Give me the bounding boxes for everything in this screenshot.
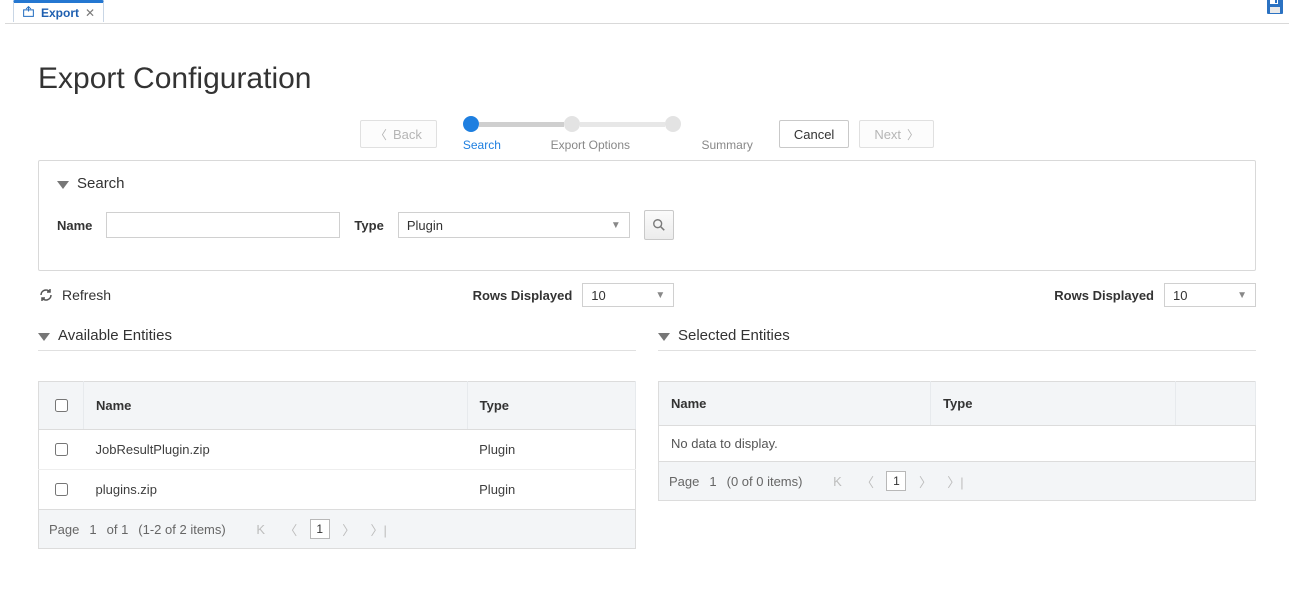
col-type[interactable]: Type (931, 382, 1176, 426)
col-actions (1176, 382, 1256, 426)
close-icon[interactable]: ✕ (85, 6, 95, 20)
search-button[interactable] (644, 210, 674, 240)
pager-last[interactable]: 〉| (944, 470, 966, 492)
cell-name: plugins.zip (84, 470, 468, 510)
pager-page-label: Page (669, 474, 699, 489)
collapse-icon[interactable] (38, 333, 50, 341)
step-connector (580, 122, 665, 127)
back-label: Back (393, 127, 422, 142)
table-row[interactable]: plugins.zip Plugin (39, 470, 636, 510)
step-connector (479, 122, 564, 127)
chevron-down-icon: ▼ (1237, 290, 1247, 301)
type-dropdown[interactable]: Plugin ▼ (398, 212, 630, 238)
type-value: Plugin (407, 218, 443, 233)
cancel-button[interactable]: Cancel (779, 120, 849, 148)
table-row-empty: No data to display. (659, 426, 1256, 462)
back-button[interactable]: 〈 Back (360, 120, 437, 148)
refresh-button[interactable]: Refresh (38, 287, 111, 303)
search-icon (652, 218, 666, 232)
cell-type: Plugin (467, 470, 635, 510)
selected-title: Selected Entities (678, 327, 790, 344)
row-checkbox[interactable] (55, 443, 68, 456)
pager-page: 1 (709, 474, 716, 489)
pager-first[interactable]: K (826, 470, 848, 492)
rows-displayed-dropdown-right[interactable]: 10 ▼ (1164, 283, 1256, 307)
selected-table: Name Type No data to display. (658, 381, 1256, 462)
col-name[interactable]: Name (84, 382, 468, 430)
refresh-label: Refresh (62, 287, 111, 303)
pager-last[interactable]: 〉| (368, 518, 390, 540)
type-label: Type (354, 218, 383, 233)
cell-type: Plugin (467, 430, 635, 470)
tab-title: Export (41, 6, 79, 20)
name-input[interactable] (106, 212, 340, 238)
pager-next[interactable]: 〉 (914, 470, 936, 492)
rows-displayed-label-right: Rows Displayed (1054, 288, 1154, 303)
save-icon[interactable] (1265, 0, 1285, 16)
rows-displayed-value-right: 10 (1173, 288, 1187, 303)
chevron-left-icon: 〈 (375, 126, 387, 143)
col-type[interactable]: Type (467, 382, 635, 430)
available-title: Available Entities (58, 327, 172, 344)
next-button[interactable]: Next 〉 (859, 120, 934, 148)
tab-export[interactable]: Export ✕ (13, 0, 104, 22)
step-label-summary: Summary (658, 138, 753, 152)
available-pager: Page 1 of 1 (1-2 of 2 items) K 〈 1 〉 〉| (38, 510, 636, 549)
page-title: Export Configuration (38, 62, 1256, 96)
rows-displayed-label-left: Rows Displayed (473, 288, 573, 303)
row-checkbox[interactable] (55, 483, 68, 496)
pager-next[interactable]: 〉 (338, 518, 360, 540)
select-all-checkbox[interactable] (55, 399, 68, 412)
empty-message: No data to display. (659, 426, 1256, 462)
refresh-icon (38, 287, 54, 303)
search-panel-title: Search (77, 175, 125, 192)
step-bullet-options (564, 116, 580, 132)
rows-displayed-dropdown-left[interactable]: 10 ▼ (582, 283, 674, 307)
cancel-label: Cancel (794, 127, 834, 142)
name-label: Name (57, 218, 92, 233)
step-label-search: Search (463, 138, 523, 152)
cell-name: JobResultPlugin.zip (84, 430, 468, 470)
table-row[interactable]: JobResultPlugin.zip Plugin (39, 430, 636, 470)
col-name[interactable]: Name (659, 382, 931, 426)
pager-page: 1 (89, 522, 96, 537)
pager-summary: (1-2 of 2 items) (138, 522, 225, 537)
available-table: Name Type JobResultPlugin.zip Plugin plu (38, 381, 636, 510)
pager-current[interactable]: 1 (310, 519, 330, 539)
next-label: Next (874, 127, 901, 142)
chevron-right-icon: 〉 (907, 126, 919, 143)
collapse-icon[interactable] (57, 181, 69, 189)
export-icon (22, 5, 35, 21)
pager-prev[interactable]: 〈 (856, 470, 878, 492)
pager-page-label: Page (49, 522, 79, 537)
pager-of: of 1 (107, 522, 129, 537)
pager-first[interactable]: K (250, 518, 272, 540)
wizard-steps: Search Export Options Summary (463, 116, 753, 152)
chevron-down-icon: ▼ (611, 220, 621, 231)
step-label-options: Export Options (523, 138, 658, 152)
pager-current[interactable]: 1 (886, 471, 906, 491)
step-bullet-search (463, 116, 479, 132)
collapse-icon[interactable] (658, 333, 670, 341)
chevron-down-icon: ▼ (655, 290, 665, 301)
selected-pager: Page 1 (0 of 0 items) K 〈 1 〉 〉| (658, 462, 1256, 501)
pager-prev[interactable]: 〈 (280, 518, 302, 540)
rows-displayed-value-left: 10 (591, 288, 605, 303)
step-bullet-summary (665, 116, 681, 132)
search-panel: Search Name Type Plugin ▼ (38, 160, 1256, 271)
pager-summary: (0 of 0 items) (727, 474, 803, 489)
